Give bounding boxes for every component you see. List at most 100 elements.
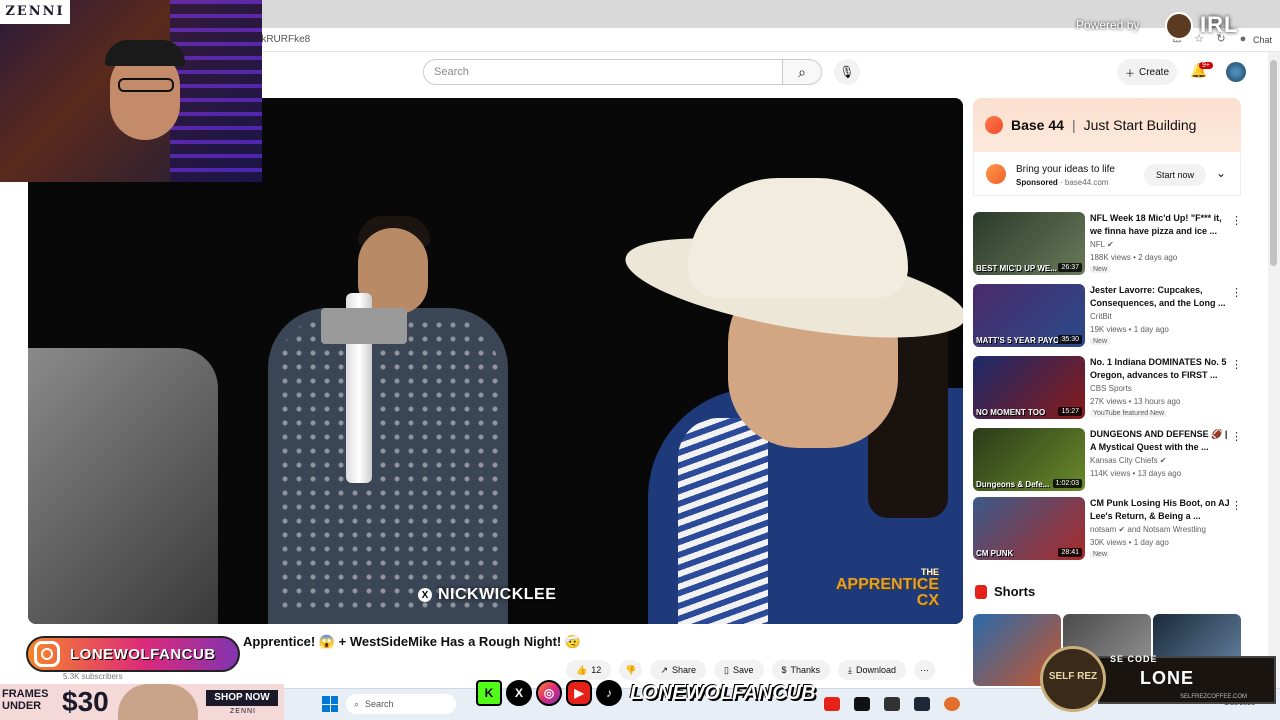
chevron-down-icon[interactable]: ⌄ — [1216, 166, 1226, 180]
browser-taskbar-icon[interactable] — [944, 697, 960, 711]
recommended-video[interactable]: MATT'S 5 YEAR PAYOFF 35:30 Jester Lavorre:… — [973, 284, 1253, 350]
instagram-icon: ◎ — [536, 680, 562, 706]
recommended-title[interactable]: NFL Week 18 Mic'd Up! "F*** it, we finna… — [1090, 212, 1235, 238]
search-button[interactable]: ⌕ — [782, 59, 822, 85]
steam-taskbar-icon[interactable] — [914, 697, 930, 711]
video-duration: 28:41 — [1058, 548, 1082, 557]
channel-name[interactable]: notsam ✔ and Notsam Wrestling — [1090, 525, 1206, 534]
new-badge: New — [1090, 551, 1111, 558]
save-label: Save — [732, 665, 754, 675]
video-duration: 15:27 — [1058, 407, 1082, 416]
channel-name[interactable]: CBS Sports — [1090, 384, 1132, 393]
taskbar-search[interactable]: ⌕ Search — [346, 694, 456, 714]
ad-cta-button[interactable]: Start now — [1144, 164, 1206, 186]
taskbar-search-label: Search — [365, 699, 394, 709]
account-avatar[interactable] — [1226, 62, 1246, 82]
shorts-icon — [975, 585, 987, 599]
thanks-label: Thanks — [790, 665, 821, 675]
brand-line-2: APPRENTICE — [835, 576, 939, 593]
glasses — [118, 78, 174, 92]
more-horizontal-icon: ⋯ — [920, 664, 930, 675]
share-label: Share — [672, 665, 697, 675]
windows-start-icon[interactable] — [322, 696, 338, 712]
scrollbar-thumb[interactable] — [1270, 60, 1277, 266]
search-icon: ⌕ — [354, 698, 360, 709]
more-vertical-icon[interactable]: ⋮ — [1231, 430, 1242, 443]
promo-url: SELFREZCOFFEE.COM — [1180, 694, 1248, 700]
thumbnail-overlay-text: BEST MIC'D UP WE... — [976, 264, 1057, 273]
video-thumbnail[interactable]: NO MOMENT TOO 15:27 — [973, 356, 1085, 419]
recommended-title[interactable]: No. 1 Indiana DOMINATES No. 5 Oregon, ad… — [1090, 356, 1235, 382]
cowboy-hat-crown — [688, 178, 908, 298]
url-text[interactable]: rkRURFke8 — [258, 34, 310, 45]
streamer-webcam — [0, 0, 262, 182]
x-logo-icon: X — [418, 588, 432, 602]
zenni-logo: ZENNI — [0, 0, 70, 24]
ad-separator: | — [1071, 117, 1076, 133]
recommended-title[interactable]: CM Punk Losing His Boot, on AJ Lee's Ret… — [1090, 497, 1235, 523]
frames-price: $30 — [62, 686, 109, 717]
recommended-title[interactable]: DUNGEONS AND DEFENSE 🏈 | A Mystical Ques… — [1090, 428, 1235, 454]
new-badge: YouTube featured New — [1090, 410, 1168, 417]
video-meta: 30K views • 1 day ago — [1090, 538, 1169, 547]
video-duration: 26:37 — [1058, 263, 1082, 272]
thumbs-up-icon: 👍 — [576, 664, 588, 675]
channel-name[interactable]: NFL ✔ — [1090, 240, 1114, 249]
app-taskbar-icon[interactable] — [884, 697, 900, 711]
video-thumbnail[interactable]: MATT'S 5 YEAR PAYOFF 35:30 — [973, 284, 1085, 347]
recommended-title[interactable]: Jester Lavorre: Cupcakes, Consequences, … — [1090, 284, 1235, 310]
led-lights — [170, 0, 262, 182]
search-input[interactable]: Search — [423, 59, 783, 85]
video-duration: 1:02:03 — [1052, 479, 1082, 488]
netflix-taskbar-icon[interactable] — [854, 697, 870, 711]
ad-domain: base44.com — [1064, 178, 1109, 187]
more-vertical-icon[interactable]: ⋮ — [1231, 358, 1242, 371]
video-thumbnail[interactable]: BEST MIC'D UP WE... 26:37 — [973, 212, 1085, 275]
create-button[interactable]: ＋ Create — [1117, 59, 1177, 85]
powered-by-label: Powered by — [1076, 18, 1140, 32]
video-thumbnail[interactable]: CM PUNK 28:41 — [973, 497, 1085, 560]
thumbnail-overlay-text: MATT'S 5 YEAR PAYOFF — [976, 336, 1070, 345]
instagram-handle: LONEWOLFANCUB — [70, 645, 216, 663]
chat-label[interactable]: Chat — [1253, 35, 1272, 45]
car-door-image — [28, 348, 218, 624]
thumbs-down-icon: 👎 — [625, 664, 637, 675]
thumbnail-overlay-text: CM PUNK — [976, 549, 1014, 558]
video-duration: 35:30 — [1058, 335, 1082, 344]
plus-icon: ＋ — [1124, 68, 1135, 80]
social-handle: LONEWOLFANCUB — [630, 681, 816, 704]
thumbnail-overlay-text: Dungeons & Defe... — [976, 480, 1050, 489]
more-vertical-icon[interactable]: ⋮ — [1231, 286, 1242, 299]
thanks-icon: $ — [781, 665, 787, 675]
recommended-video[interactable]: Dungeons & Defe... 1:02:03 DUNGEONS AND DE… — [973, 428, 1253, 494]
phone-mount — [321, 308, 407, 344]
kick-icon: K — [476, 680, 502, 706]
zenni-model-image — [118, 684, 198, 720]
share-icon: ↗ — [660, 664, 668, 675]
sponsored-label: Sponsored — [1016, 178, 1058, 187]
bookmark-icon: ▯ — [724, 664, 729, 675]
more-actions-button[interactable]: ⋯ — [914, 660, 936, 680]
recommended-video[interactable]: NO MOMENT TOO 15:27 No. 1 Indiana DOMINATE… — [973, 356, 1253, 422]
download-button[interactable]: ⤓ Download — [838, 660, 907, 680]
more-vertical-icon[interactable]: ⋮ — [1231, 499, 1242, 512]
video-thumbnail[interactable]: Dungeons & Defe... 1:02:03 — [973, 428, 1085, 491]
video-meta: 27K views • 13 hours ago — [1090, 397, 1181, 406]
subscriber-count: 5.3K subscribers — [63, 672, 123, 681]
new-badge: New — [1090, 338, 1111, 345]
recommended-video[interactable]: BEST MIC'D UP WE... 26:37 NFL Week 18 Mic'… — [973, 212, 1253, 278]
channel-name[interactable]: Kansas City Chiefs ✔ — [1090, 456, 1167, 465]
video-meta: 114K views • 13 days ago — [1090, 469, 1182, 478]
recommended-video[interactable]: CM PUNK 28:41 CM Punk Losing His Boot, on … — [973, 497, 1253, 563]
youtube-taskbar-icon[interactable] — [824, 697, 840, 711]
channel-name[interactable]: CritBit — [1090, 312, 1112, 321]
more-vertical-icon[interactable]: ⋮ — [1231, 214, 1242, 227]
ad-banner[interactable]: Base 44 | Just Start Building — [973, 98, 1241, 152]
base44-logo-icon — [985, 116, 1003, 134]
brand-line-3: CX — [916, 592, 939, 609]
video-meta: 188K views • 2 days ago — [1090, 253, 1178, 262]
create-label: Create — [1138, 66, 1169, 78]
striped-shirt — [678, 418, 768, 624]
ad-headline: Bring your ideas to life — [1016, 164, 1115, 175]
voice-search-button[interactable]: 🎙 — [834, 59, 860, 85]
